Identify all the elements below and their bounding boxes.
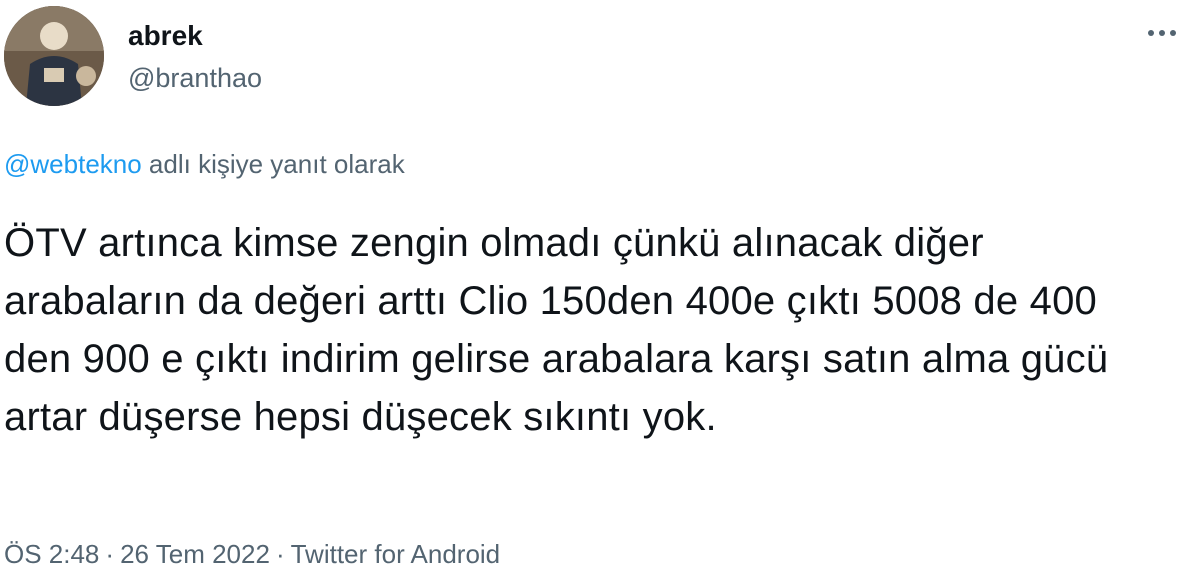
display-name[interactable]: abrek <box>128 20 203 52</box>
ellipsis-icon-dot <box>1170 30 1176 36</box>
tweet-source[interactable]: Twitter for Android <box>291 539 501 569</box>
reply-context: @webtekno adlı kişiye yanıt olarak <box>4 148 405 180</box>
reply-mention-link[interactable]: @webtekno <box>4 149 142 179</box>
avatar-photo <box>4 6 104 106</box>
user-handle[interactable]: @branthao <box>128 62 262 94</box>
meta-separator: · <box>275 539 285 569</box>
tweet-meta: ÖS 2:48 · 26 Tem 2022 · Twitter for Android <box>4 537 500 571</box>
tweet: abrek @branthao @webtekno adlı kişiye ya… <box>0 0 1200 588</box>
more-options-button[interactable] <box>1142 18 1182 48</box>
reply-context-label: adlı kişiye yanıt olarak <box>141 149 405 179</box>
avatar[interactable] <box>4 6 104 106</box>
meta-separator: · <box>105 539 115 569</box>
tweet-date[interactable]: 26 Tem 2022 <box>120 539 270 569</box>
ellipsis-icon <box>1148 30 1154 36</box>
tweet-text: ÖTV artınca kimse zengin olmadı çünkü al… <box>4 221 1109 439</box>
tweet-time[interactable]: ÖS 2:48 <box>4 539 99 569</box>
ellipsis-icon-dot <box>1159 30 1165 36</box>
